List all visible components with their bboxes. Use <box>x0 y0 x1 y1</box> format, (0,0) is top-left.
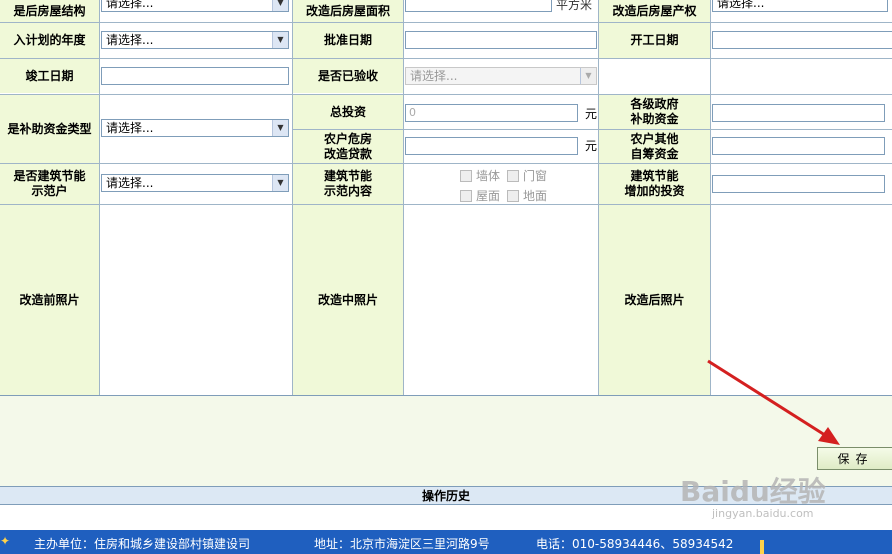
watermark-url: jingyan.baidu.com <box>712 507 814 520</box>
label-subsidy-type: 是补助资金类型 <box>0 95 99 163</box>
label-start-date: 开工日期 <box>599 23 710 58</box>
finish-date-input[interactable] <box>101 67 289 85</box>
chevron-down-icon: ▼ <box>272 175 288 191</box>
grid-line <box>0 58 892 59</box>
label-self-fund: 农户其他 自筹资金 <box>599 130 710 163</box>
watermark-brand: Baidu经验 <box>680 475 826 508</box>
extra-invest-input[interactable] <box>712 175 885 193</box>
checkbox-roof[interactable]: 屋面 <box>460 187 500 204</box>
chevron-down-icon: ▼ <box>272 0 288 11</box>
checkbox-icon <box>507 189 519 202</box>
self-fund-input[interactable] <box>712 137 885 155</box>
grid-line <box>598 0 599 395</box>
label-photo-before: 改造前照片 <box>0 205 99 395</box>
chevron-down-icon: ▼ <box>580 68 596 84</box>
grid-line <box>292 0 293 395</box>
site-footer: ✦ 主办单位：住房和城乡建设部村镇建设司 地址：北京市海淀区三里河路9号 电话：… <box>0 530 892 554</box>
footer-sponsor: 主办单位：住房和城乡建设部村镇建设司 <box>34 537 251 551</box>
loan-input[interactable] <box>405 137 578 155</box>
label-ownership: 改造后房屋产权 <box>599 0 710 22</box>
label-total-invest: 总投资 <box>293 95 403 129</box>
checkbox-wall[interactable]: 墙体 <box>460 167 500 184</box>
subsidy-type-select[interactable]: 请选择... ▼ <box>101 119 289 137</box>
label-gov-subsidy: 各级政府 补助资金 <box>599 95 710 129</box>
grid-line <box>0 204 892 205</box>
grid-line <box>710 0 711 395</box>
demo-select[interactable]: 请选择... ▼ <box>101 174 289 192</box>
checkbox-icon <box>460 189 472 202</box>
grid-line <box>0 94 892 95</box>
grid-line <box>293 129 892 130</box>
label-structure: 是后房屋结构 <box>0 0 99 22</box>
checkbox-door-window[interactable]: 门窗 <box>507 167 547 184</box>
accepted-select[interactable]: 请选择... ▼ <box>405 67 597 85</box>
annotation-arrow-icon <box>707 359 840 445</box>
start-date-input[interactable] <box>712 31 892 49</box>
area-input[interactable] <box>405 0 552 12</box>
label-demo: 是否建筑节能 示范户 <box>0 164 99 204</box>
checkbox-icon <box>460 169 472 182</box>
label-loan: 农户危房 改造贷款 <box>293 130 403 163</box>
arrow-shaft <box>707 359 829 439</box>
grid-line <box>403 0 404 395</box>
label-area: 改造后房屋面积 <box>293 0 403 22</box>
checkbox-icon <box>507 169 519 182</box>
loan-unit: 元 <box>585 139 598 153</box>
label-photo-after: 改造后照片 <box>599 205 710 395</box>
label-plan-year: 入计划的年度 <box>0 23 99 58</box>
grid-line <box>99 0 100 395</box>
checkbox-floor[interactable]: 地面 <box>507 187 547 204</box>
label-accepted: 是否已验收 <box>293 59 403 93</box>
structure-select[interactable]: 请选择... ▼ <box>101 0 289 12</box>
arrow-head <box>818 427 840 445</box>
label-demo-content: 建筑节能 示范内容 <box>293 164 403 204</box>
label-approve-date: 批准日期 <box>293 23 403 58</box>
label-photo-during: 改造中照片 <box>293 205 403 395</box>
plan-year-select[interactable]: 请选择... ▼ <box>101 31 289 49</box>
footer-bar-icon <box>760 540 764 554</box>
gov-subsidy-input[interactable] <box>712 104 885 122</box>
chevron-down-icon: ▼ <box>272 120 288 136</box>
area-unit: 平方米 <box>556 0 593 12</box>
grid-line <box>0 163 892 164</box>
ownership-select[interactable]: 请选择... <box>712 0 888 12</box>
footer-logo-icon: ✦ <box>0 534 11 548</box>
total-invest-input[interactable]: 0 <box>405 104 578 122</box>
chevron-down-icon: ▼ <box>272 32 288 48</box>
total-invest-unit: 元 <box>585 107 598 121</box>
approve-date-input[interactable] <box>405 31 597 49</box>
footer-phone: 电话：010-58934446、58934542 <box>536 537 734 551</box>
grid-line <box>0 22 892 23</box>
label-extra-invest: 建筑节能 增加的投资 <box>599 164 710 204</box>
footer-address: 地址：北京市海淀区三里河路9号 <box>314 537 490 551</box>
label-finish-date: 竣工日期 <box>0 59 99 93</box>
